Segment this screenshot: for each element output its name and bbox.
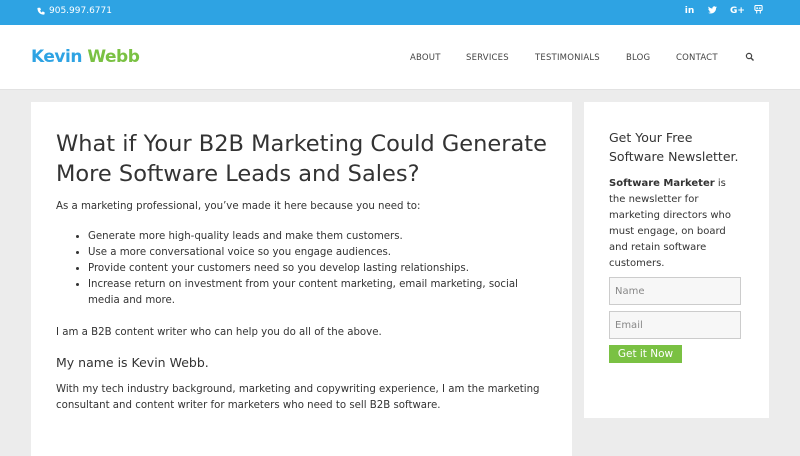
list-item: Generate more high-quality leads and mak…: [88, 229, 547, 245]
subheading: My name is Kevin Webb.: [56, 355, 209, 370]
newsletter-desc-rest: is the newsletter for marketing director…: [609, 178, 731, 269]
phone-number[interactable]: 905.997.6771: [37, 6, 112, 16]
logo-first: Kevin: [31, 47, 82, 67]
google-plus-icon[interactable]: G+: [730, 6, 745, 16]
twitter-icon[interactable]: [707, 5, 718, 17]
nav-services[interactable]: SERVICES: [466, 53, 509, 63]
phone-text: 905.997.6771: [49, 6, 112, 16]
benefits-list: Generate more high-quality leads and mak…: [88, 229, 547, 309]
social-links: in G+: [684, 4, 764, 17]
site-header: Kevin Webb ABOUT SERVICES TESTIMONIALS B…: [0, 25, 800, 90]
nav-contact[interactable]: CONTACT: [676, 53, 718, 63]
nav-about[interactable]: ABOUT: [410, 53, 441, 63]
list-item: Increase return on investment from your …: [88, 277, 547, 309]
summary-text: I am a B2B content writer who can help y…: [56, 327, 382, 338]
site-logo[interactable]: Kevin Webb: [31, 47, 140, 67]
logo-second: Webb: [87, 47, 140, 67]
intro-text: As a marketing professional, you’ve made…: [56, 201, 421, 212]
list-item: Use a more conversational voice so you e…: [88, 245, 547, 261]
newsletter-description: Software Marketer is the newsletter for …: [609, 176, 744, 272]
nav-blog[interactable]: BLOG: [626, 53, 650, 63]
newsletter-title: Get Your Free Software Newsletter.: [609, 130, 739, 164]
search-icon[interactable]: [745, 52, 755, 62]
top-bar: 905.997.6771 in G+: [0, 0, 800, 25]
nav-testimonials[interactable]: TESTIMONIALS: [535, 53, 600, 63]
phone-icon: [37, 7, 45, 15]
background-text: With my tech industry background, market…: [56, 384, 540, 411]
page-title: What if Your B2B Marketing Could Generat…: [56, 131, 547, 187]
subscribe-button[interactable]: Get it Now: [609, 345, 682, 363]
name-field[interactable]: [609, 277, 741, 305]
main-content: What if Your B2B Marketing Could Generat…: [31, 102, 572, 456]
email-field[interactable]: [609, 311, 741, 339]
newsletter-name: Software Marketer: [609, 178, 715, 189]
linkedin-icon[interactable]: in: [684, 6, 695, 16]
newsletter-sidebar: Get Your Free Software Newsletter. Softw…: [584, 102, 769, 418]
list-item: Provide content your customers need so y…: [88, 261, 547, 277]
slideshare-icon[interactable]: [753, 4, 764, 17]
